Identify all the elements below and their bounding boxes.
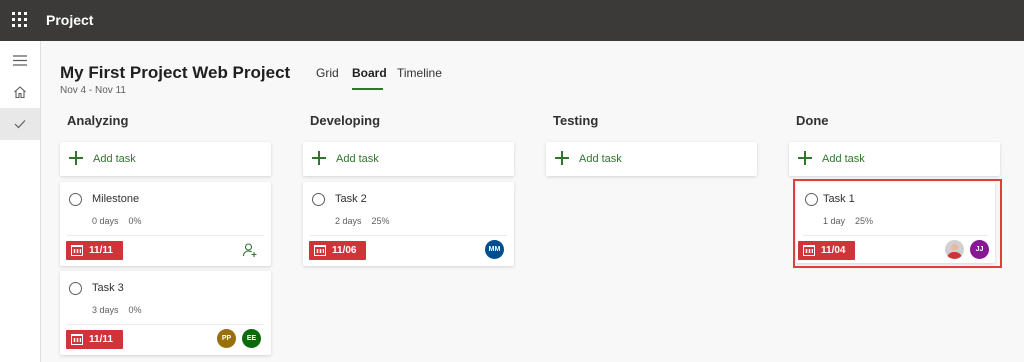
plus-icon bbox=[555, 151, 569, 165]
task-progress: 0% bbox=[128, 216, 142, 226]
add-task-label: Add task bbox=[93, 153, 136, 165]
plus-icon bbox=[312, 151, 326, 165]
task-duration: 0 days bbox=[92, 216, 119, 226]
column-title-testing: Testing bbox=[553, 113, 599, 128]
task-card[interactable]: Milestone 0 days 0% 11/11 bbox=[60, 182, 271, 266]
tab-timeline[interactable]: Timeline bbox=[397, 66, 442, 80]
complete-task-circle-icon[interactable] bbox=[69, 193, 82, 206]
avatar[interactable]: MM bbox=[485, 240, 504, 259]
highlight-frame bbox=[793, 179, 1002, 268]
add-task-button[interactable]: Add task bbox=[789, 142, 1000, 176]
top-bar: Project bbox=[0, 0, 1024, 41]
calendar-icon bbox=[71, 245, 83, 256]
tab-grid[interactable]: Grid bbox=[316, 66, 339, 80]
divider bbox=[67, 324, 264, 325]
add-person-icon[interactable] bbox=[242, 242, 258, 258]
tab-board[interactable]: Board bbox=[352, 66, 387, 80]
task-name: Task 3 bbox=[92, 282, 124, 294]
column-title-developing: Developing bbox=[310, 113, 381, 128]
task-duration: 2 days bbox=[335, 216, 362, 226]
complete-task-circle-icon[interactable] bbox=[69, 282, 82, 295]
due-date-badge[interactable]: 11/11 bbox=[66, 330, 123, 349]
add-task-button[interactable]: Add task bbox=[60, 142, 271, 176]
task-duration: 3 days bbox=[92, 305, 119, 315]
divider bbox=[67, 235, 264, 236]
calendar-icon bbox=[314, 245, 326, 256]
hamburger-icon[interactable] bbox=[0, 44, 40, 76]
divider bbox=[310, 235, 507, 236]
checkmark-icon[interactable] bbox=[0, 108, 40, 140]
add-task-button[interactable]: Add task bbox=[303, 142, 514, 176]
column-title-done: Done bbox=[796, 113, 829, 128]
left-nav bbox=[0, 41, 41, 362]
task-meta: 2 days 25% bbox=[335, 216, 390, 226]
due-date-badge[interactable]: 11/11 bbox=[66, 241, 123, 260]
add-task-label: Add task bbox=[822, 153, 865, 165]
main-area: My First Project Web Project Nov 4 - Nov… bbox=[41, 41, 1024, 362]
task-meta: 3 days 0% bbox=[92, 305, 142, 315]
due-date-badge[interactable]: 11/06 bbox=[309, 241, 366, 260]
task-meta: 0 days 0% bbox=[92, 216, 142, 226]
task-name: Milestone bbox=[92, 193, 140, 205]
task-name: Task 2 bbox=[335, 193, 367, 205]
calendar-icon bbox=[71, 334, 83, 345]
add-task-button[interactable]: Add task bbox=[546, 142, 757, 176]
due-date: 11/11 bbox=[89, 334, 113, 345]
app-title[interactable]: Project bbox=[46, 12, 93, 28]
add-task-label: Add task bbox=[336, 153, 379, 165]
task-progress: 0% bbox=[128, 305, 142, 315]
due-date: 11/11 bbox=[89, 245, 113, 256]
task-progress: 25% bbox=[371, 216, 390, 226]
task-card[interactable]: Task 3 3 days 0% 11/11 PP EE bbox=[60, 271, 271, 355]
column-title-analyzing: Analyzing bbox=[67, 113, 129, 128]
app-launcher-icon[interactable] bbox=[12, 12, 28, 28]
avatar[interactable]: PP bbox=[217, 329, 236, 348]
complete-task-circle-icon[interactable] bbox=[312, 193, 325, 206]
home-icon[interactable] bbox=[0, 76, 40, 108]
avatar[interactable]: EE bbox=[242, 329, 261, 348]
plus-icon bbox=[69, 151, 83, 165]
active-tab-indicator bbox=[352, 88, 383, 90]
project-title: My First Project Web Project bbox=[60, 63, 291, 82]
plus-icon bbox=[798, 151, 812, 165]
project-dates: Nov 4 - Nov 11 bbox=[60, 85, 126, 96]
due-date: 11/06 bbox=[332, 245, 357, 256]
task-card[interactable]: Task 2 2 days 25% 11/06 MM bbox=[303, 182, 514, 266]
add-task-label: Add task bbox=[579, 153, 622, 165]
